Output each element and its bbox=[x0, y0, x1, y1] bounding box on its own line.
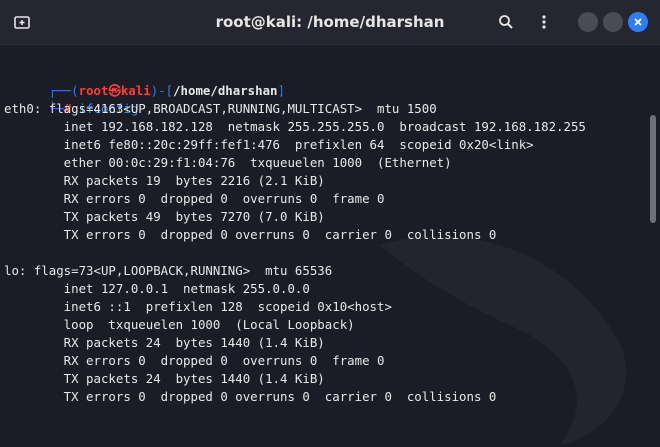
search-button[interactable] bbox=[492, 8, 520, 36]
output-line: inet 192.168.182.128 netmask 255.255.255… bbox=[4, 119, 586, 134]
minimize-button[interactable] bbox=[578, 12, 598, 32]
output-line: ether 00:0c:29:f1:04:76 txqueuelen 1000 … bbox=[4, 155, 452, 170]
output-line: RX errors 0 dropped 0 overruns 0 frame 0 bbox=[4, 353, 385, 368]
output-line: inet6 ::1 prefixlen 128 scopeid 0x10<hos… bbox=[4, 299, 392, 314]
output-line: inet6 fe80::20c:29ff:fef1:476 prefixlen … bbox=[4, 137, 534, 152]
output-line: TX errors 0 dropped 0 overruns 0 carrier… bbox=[4, 389, 497, 404]
output-line: lo: flags=73<UP,LOOPBACK,RUNNING> mtu 65… bbox=[4, 263, 333, 278]
prompt-bracket-end: ] bbox=[277, 83, 285, 98]
output-line: TX errors 0 dropped 0 overruns 0 carrier… bbox=[4, 227, 497, 242]
prompt-line-1: ┌──(root㉿kali)-[/home/dharshan] bbox=[4, 64, 285, 98]
window-title: root@kali: /home/dharshan bbox=[215, 13, 445, 31]
prompt-separator: )-[ bbox=[150, 83, 174, 98]
scrollbar-thumb[interactable] bbox=[650, 115, 656, 223]
terminal-window: root@kali: /home/dharshan ┌──(root㉿kali)… bbox=[0, 0, 660, 447]
output-line: eth0: flags=4163<UP,BROADCAST,RUNNING,MU… bbox=[4, 101, 437, 116]
terminal-area[interactable]: ┌──(root㉿kali)-[/home/dharshan] └─# ifco… bbox=[0, 45, 656, 447]
output-line: TX packets 49 bytes 7270 (7.0 KiB) bbox=[4, 209, 325, 224]
maximize-button[interactable] bbox=[603, 12, 623, 32]
title-bar: root@kali: /home/dharshan bbox=[0, 0, 660, 45]
output-line: inet 127.0.0.1 netmask 255.0.0.0 bbox=[4, 281, 310, 296]
output-line: RX packets 19 bytes 2216 (2.1 KiB) bbox=[4, 173, 325, 188]
kebab-menu-icon bbox=[542, 15, 546, 29]
prompt-line-2: └─# ifconfig bbox=[4, 82, 139, 116]
menu-button[interactable] bbox=[530, 8, 558, 36]
output-line: TX packets 24 bytes 1440 (1.4 KiB) bbox=[4, 371, 325, 386]
output-line: RX errors 0 dropped 0 overruns 0 frame 0 bbox=[4, 191, 385, 206]
output-line: loop txqueuelen 1000 (Local Loopback) bbox=[4, 317, 355, 332]
close-button[interactable] bbox=[628, 12, 648, 32]
prompt-path: /home/dharshan bbox=[173, 83, 278, 98]
search-icon bbox=[499, 15, 513, 29]
output-line: RX packets 24 bytes 1440 (1.4 KiB) bbox=[4, 335, 325, 350]
close-icon bbox=[634, 18, 642, 26]
